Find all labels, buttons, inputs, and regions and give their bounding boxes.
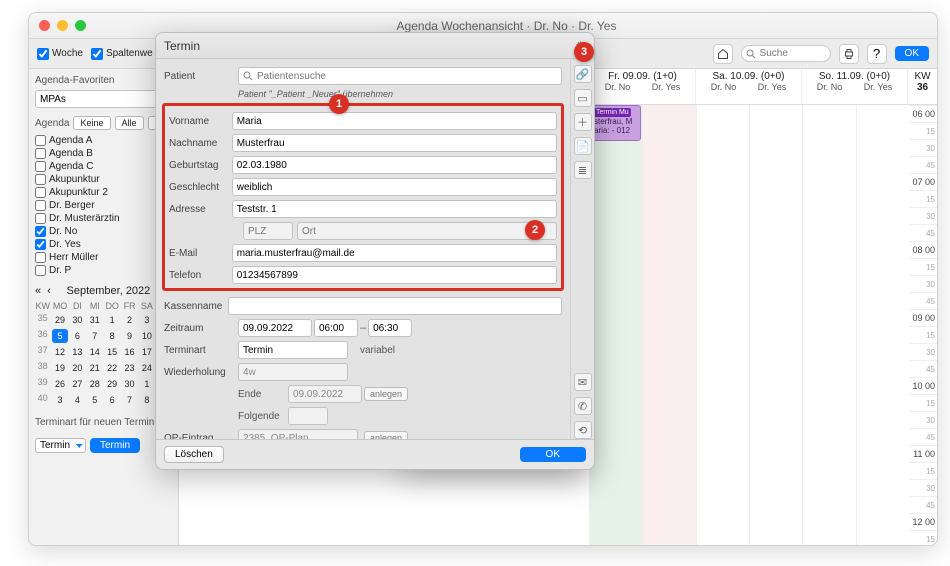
plz-input[interactable]: [243, 222, 293, 240]
btn-keine[interactable]: Keine: [73, 116, 110, 130]
calendar-column[interactable]: [856, 105, 909, 545]
kassenname-input[interactable]: [228, 297, 562, 315]
geburtstag-input[interactable]: [232, 156, 557, 174]
calendar-column[interactable]: [642, 105, 695, 545]
mail-icon[interactable]: ✉: [574, 373, 592, 391]
sidebar-item[interactable]: Herr Müller: [35, 251, 172, 264]
search-icon: [745, 48, 757, 60]
patient-data-highlight: Vorname Nachname Geburtstag Geschlechtwe…: [162, 103, 564, 291]
month-nav: « ‹ September, 2022: [35, 285, 172, 297]
zeit-date-input[interactable]: [238, 319, 312, 337]
btn-alle[interactable]: Alle: [115, 116, 144, 130]
badge-1: 1: [329, 94, 349, 114]
vorname-input[interactable]: [232, 112, 557, 130]
favorites-field[interactable]: [35, 90, 172, 108]
badge-2: 2: [525, 220, 545, 240]
home-button[interactable]: [713, 44, 733, 64]
sidebar-item[interactable]: Dr. No: [35, 225, 172, 238]
zeit-to-input[interactable]: [368, 319, 412, 337]
sidebar-item[interactable]: Dr. Musterärztin: [35, 212, 172, 225]
list-icon[interactable]: ≣: [574, 161, 592, 179]
patient-label: Patient: [164, 71, 232, 82]
sidebar-item[interactable]: Akupunktur 2: [35, 186, 172, 199]
plus-icon[interactable]: ＋: [574, 113, 592, 131]
anlegen-button[interactable]: anlegen: [364, 387, 408, 401]
phone-icon[interactable]: ✆: [574, 397, 592, 415]
nachname-input[interactable]: [232, 134, 557, 152]
print-button[interactable]: [839, 44, 859, 64]
terminart-select[interactable]: Termin: [35, 438, 86, 453]
telefon-input[interactable]: [232, 266, 557, 284]
patient-hint[interactable]: Patient "_Patient _Neuer" übernehmen: [238, 89, 562, 99]
terminart-select[interactable]: Termin: [238, 341, 348, 359]
folgende-input[interactable]: [288, 407, 328, 425]
calendar-column[interactable]: Termin Musterfrau, Maria: - 012: [589, 105, 642, 545]
chk-spaltenwechsel[interactable]: Spaltenwe: [91, 48, 153, 60]
appointment[interactable]: Termin Musterfrau, Maria: - 012: [591, 105, 641, 141]
op-select[interactable]: 2385_OP-Plan: [238, 429, 358, 439]
patient-search-input[interactable]: [238, 67, 562, 85]
sidebar-item[interactable]: Agenda B: [35, 147, 172, 160]
prev-year-icon[interactable]: «: [35, 285, 41, 297]
ok-button[interactable]: OK: [895, 46, 929, 61]
history-icon[interactable]: ⟲: [574, 421, 592, 439]
agenda-label: Agenda: [35, 118, 69, 129]
search-icon: [242, 70, 254, 82]
ende-date-input[interactable]: [288, 385, 362, 403]
sidebar-item[interactable]: Dr. Yes: [35, 238, 172, 251]
adresse-input[interactable]: [232, 200, 557, 218]
dialog-title: Termin: [164, 39, 200, 53]
sidebar-item[interactable]: Akupunktur: [35, 173, 172, 186]
sidebar-item[interactable]: Agenda C: [35, 160, 172, 173]
help-button[interactable]: ?: [867, 44, 887, 64]
month-label: September, 2022: [57, 285, 160, 297]
chk-woche[interactable]: Woche: [37, 48, 83, 60]
wiederholung-select[interactable]: 4w: [238, 363, 348, 381]
calendar-column[interactable]: [749, 105, 802, 545]
dialog-sidebar: 🔗 ▭ ＋ 📄 ≣ ✉ ✆ ⟲: [570, 59, 594, 439]
sidebar-item[interactable]: Agenda A: [35, 134, 172, 147]
geschlecht-select[interactable]: weiblich: [232, 178, 557, 196]
mini-calendar[interactable]: KWMODIMIDOFRSASO352930311234365678910113…: [35, 301, 172, 407]
agenda-list: Agenda AAgenda BAgenda CAkupunkturAkupun…: [35, 134, 172, 277]
loeschen-button[interactable]: Löschen: [164, 446, 224, 463]
card-icon[interactable]: ▭: [574, 89, 592, 107]
dialog-ok-button[interactable]: OK: [520, 447, 586, 462]
close-icon[interactable]: [39, 20, 50, 31]
minimize-icon[interactable]: [57, 20, 68, 31]
link-icon[interactable]: 🔗: [574, 65, 592, 83]
badge-3: 3: [574, 42, 594, 62]
terminart-label: Terminart für neuen Termin: [35, 417, 172, 428]
op-anlegen-button[interactable]: anlegen: [364, 431, 408, 439]
variabel-label: variabel: [360, 345, 395, 356]
sidebar-item[interactable]: Dr. P: [35, 264, 172, 277]
file-icon[interactable]: 📄: [574, 137, 592, 155]
terminart-button[interactable]: Termin: [90, 438, 140, 453]
window-controls: [39, 20, 86, 31]
dialog-titlebar: Termin ⚙: [156, 33, 594, 59]
termin-dialog: Termin ⚙ Patient Patient "_Patient _Neue…: [155, 32, 595, 470]
email-input[interactable]: [232, 244, 557, 262]
calendar-column[interactable]: [802, 105, 855, 545]
favorites-label: Agenda-Favoriten: [35, 75, 172, 86]
maximize-icon[interactable]: [75, 20, 86, 31]
prev-month-icon[interactable]: ‹: [47, 285, 51, 297]
sidebar-item[interactable]: Dr. Berger: [35, 199, 172, 212]
zeit-from-input[interactable]: [314, 319, 358, 337]
window-title: Agenda Wochenansicht · Dr. No · Dr. Yes: [86, 19, 927, 33]
ort-input[interactable]: [297, 222, 557, 240]
calendar-column[interactable]: [696, 105, 749, 545]
